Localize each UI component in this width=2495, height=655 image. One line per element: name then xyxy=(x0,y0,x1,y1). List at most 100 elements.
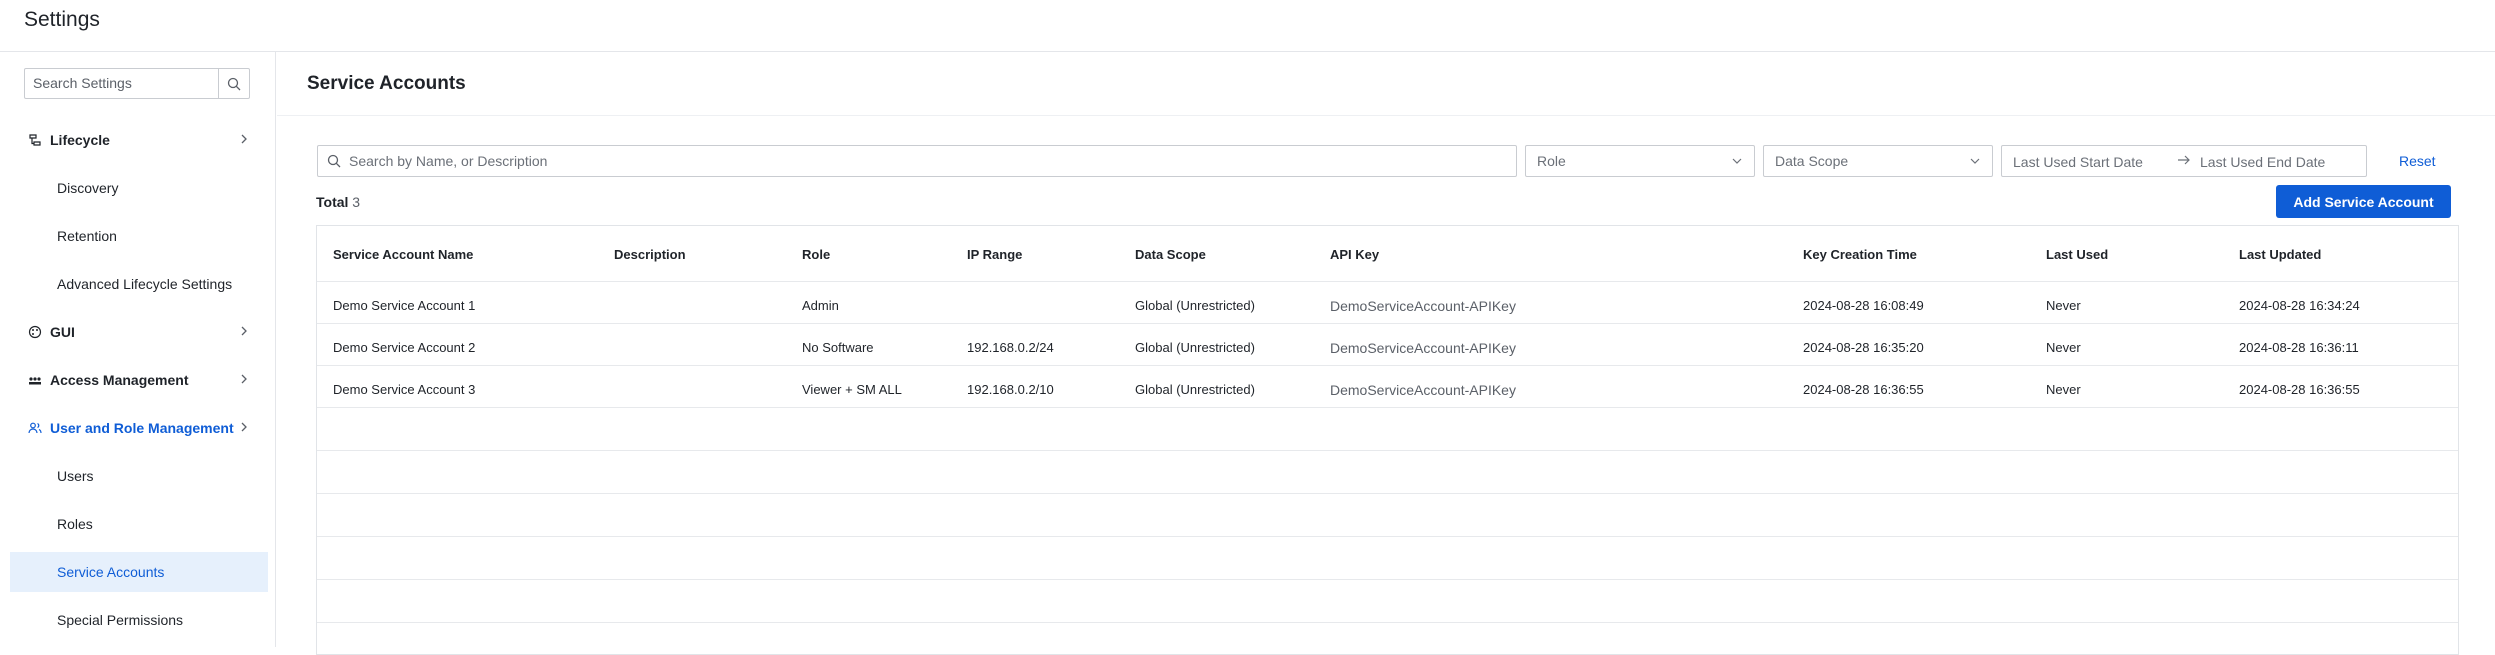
cell-name: Demo Service Account 3 xyxy=(333,382,476,397)
sidebar-item-label: Special Permissions xyxy=(57,612,184,628)
sidebar-group-lifecycle[interactable]: Lifecycle xyxy=(10,120,268,160)
sidebar-group-label: GUI xyxy=(50,324,75,340)
arrow-right-icon xyxy=(2177,153,2191,170)
app-title: Settings xyxy=(24,8,100,31)
search-placeholder: Search by Name, or Description xyxy=(349,153,548,169)
palette-icon xyxy=(28,325,46,339)
cell-data-scope: Global (Unrestricted) xyxy=(1135,382,1255,397)
data-scope-placeholder: Data Scope xyxy=(1775,153,1849,169)
search-input[interactable]: Search by Name, or Description xyxy=(317,145,1517,177)
cell-api-key: DemoServiceAccount-APIKey xyxy=(1330,340,1516,356)
cell-data-scope: Global (Unrestricted) xyxy=(1135,298,1255,313)
empty-row xyxy=(317,537,2458,580)
settings-search-input[interactable]: Search Settings xyxy=(25,69,219,98)
table-row[interactable]: Demo Service Account 2 No Software 192.1… xyxy=(317,324,2458,366)
top-bar: Settings xyxy=(0,0,2495,52)
empty-row xyxy=(317,580,2458,623)
column-header[interactable]: Data Scope xyxy=(1135,247,1206,262)
column-header[interactable]: Last Used xyxy=(2046,247,2108,262)
sidebar-item-label: Discovery xyxy=(57,180,119,196)
role-select-placeholder: Role xyxy=(1537,153,1566,169)
cell-last-used: Never xyxy=(2046,298,2081,313)
empty-row xyxy=(317,494,2458,537)
sidebar-group-user-role-management[interactable]: User and Role Management xyxy=(10,408,268,448)
table-row[interactable]: Demo Service Account 3 Viewer + SM ALL 1… xyxy=(317,366,2458,408)
cell-last-updated: 2024-08-28 16:34:24 xyxy=(2239,298,2360,313)
cell-last-updated: 2024-08-28 16:36:11 xyxy=(2239,340,2359,355)
cell-api-key: DemoServiceAccount-APIKey xyxy=(1330,382,1516,398)
sidebar-item-label: Roles xyxy=(57,516,93,532)
last-used-date-range[interactable]: Last Used Start Date Last Used End Date xyxy=(2001,145,2367,177)
cell-data-scope: Global (Unrestricted) xyxy=(1135,340,1255,355)
empty-row xyxy=(317,408,2458,451)
sidebar-item-users[interactable]: Users xyxy=(10,456,268,496)
cell-last-updated: 2024-08-28 16:36:55 xyxy=(2239,382,2360,397)
reset-link[interactable]: Reset xyxy=(2399,153,2436,169)
cell-role: Viewer + SM ALL xyxy=(802,382,902,397)
column-header[interactable]: Service Account Name xyxy=(333,247,473,262)
users-icon xyxy=(28,421,46,435)
cell-name: Demo Service Account 1 xyxy=(333,298,476,313)
column-header[interactable]: API Key xyxy=(1330,247,1379,262)
cell-name: Demo Service Account 2 xyxy=(333,340,476,355)
chevron-right-icon xyxy=(241,326,247,336)
sidebar-item-discovery[interactable]: Discovery xyxy=(10,168,268,208)
cell-key-creation-time: 2024-08-28 16:36:55 xyxy=(1803,382,1924,397)
cell-key-creation-time: 2024-08-28 16:08:49 xyxy=(1803,298,1924,313)
sidebar-item-service-accounts[interactable]: Service Accounts xyxy=(10,552,268,592)
service-accounts-table: Service Account Name Description Role IP… xyxy=(316,225,2459,655)
sidebar-item-advanced-lifecycle[interactable]: Advanced Lifecycle Settings xyxy=(10,264,268,304)
cell-ip-range: 192.168.0.2/24 xyxy=(967,340,1054,355)
column-header[interactable]: Description xyxy=(614,247,686,262)
total-count: Total 3 xyxy=(316,194,360,210)
sidebar-item-label: Service Accounts xyxy=(57,564,165,580)
sidebar-item-label: Advanced Lifecycle Settings xyxy=(57,276,233,292)
start-date-input[interactable]: Last Used Start Date xyxy=(2013,154,2143,170)
cell-last-used: Never xyxy=(2046,340,2081,355)
search-button[interactable] xyxy=(219,69,249,98)
column-header[interactable]: Role xyxy=(802,247,830,262)
chevron-right-icon xyxy=(241,374,247,384)
cell-role: Admin xyxy=(802,298,839,313)
sidebar: Search Settings Lifecycle Discovery Rete… xyxy=(0,52,276,647)
sidebar-group-gui[interactable]: GUI xyxy=(10,312,268,352)
search-icon xyxy=(227,77,241,90)
chevron-right-icon xyxy=(241,134,247,144)
sidebar-item-retention[interactable]: Retention xyxy=(10,216,268,256)
sidebar-item-roles[interactable]: Roles xyxy=(10,504,268,544)
lifecycle-icon xyxy=(28,133,46,147)
search-icon xyxy=(327,154,341,168)
cell-key-creation-time: 2024-08-28 16:35:20 xyxy=(1803,340,1924,355)
cell-role: No Software xyxy=(802,340,874,355)
sidebar-group-access-management[interactable]: Access Management xyxy=(10,360,268,400)
empty-row xyxy=(317,451,2458,494)
main-content: Service Accounts Search by Name, or Desc… xyxy=(277,52,2495,655)
chevron-down-icon xyxy=(1970,158,1980,164)
sidebar-group-label: Access Management xyxy=(50,372,189,388)
access-icon xyxy=(28,373,46,387)
column-header[interactable]: Key Creation Time xyxy=(1803,247,1917,262)
sidebar-item-special-permissions[interactable]: Special Permissions xyxy=(10,600,268,640)
total-label: Total xyxy=(316,194,349,210)
total-value: 3 xyxy=(352,194,361,210)
cell-api-key: DemoServiceAccount-APIKey xyxy=(1330,298,1516,314)
data-scope-select[interactable]: Data Scope xyxy=(1763,145,1993,177)
sidebar-group-label: User and Role Management xyxy=(50,420,234,436)
add-service-account-button[interactable]: Add Service Account xyxy=(2276,185,2451,218)
page-header: Service Accounts xyxy=(277,52,2495,116)
page-title: Service Accounts xyxy=(307,73,466,94)
cell-ip-range: 192.168.0.2/10 xyxy=(967,382,1054,397)
column-header[interactable]: IP Range xyxy=(967,247,1022,262)
chevron-right-icon xyxy=(241,422,247,432)
sidebar-item-label: Users xyxy=(57,468,94,484)
settings-search[interactable]: Search Settings xyxy=(24,68,250,99)
column-header[interactable]: Last Updated xyxy=(2239,247,2321,262)
role-select[interactable]: Role xyxy=(1525,145,1755,177)
chevron-down-icon xyxy=(1732,158,1742,164)
sidebar-group-label: Lifecycle xyxy=(50,132,110,148)
cell-last-used: Never xyxy=(2046,382,2081,397)
table-header: Service Account Name Description Role IP… xyxy=(317,226,2458,282)
end-date-input[interactable]: Last Used End Date xyxy=(2200,154,2325,170)
table-row[interactable]: Demo Service Account 1 Admin Global (Unr… xyxy=(317,282,2458,324)
sidebar-item-label: Retention xyxy=(57,228,117,244)
